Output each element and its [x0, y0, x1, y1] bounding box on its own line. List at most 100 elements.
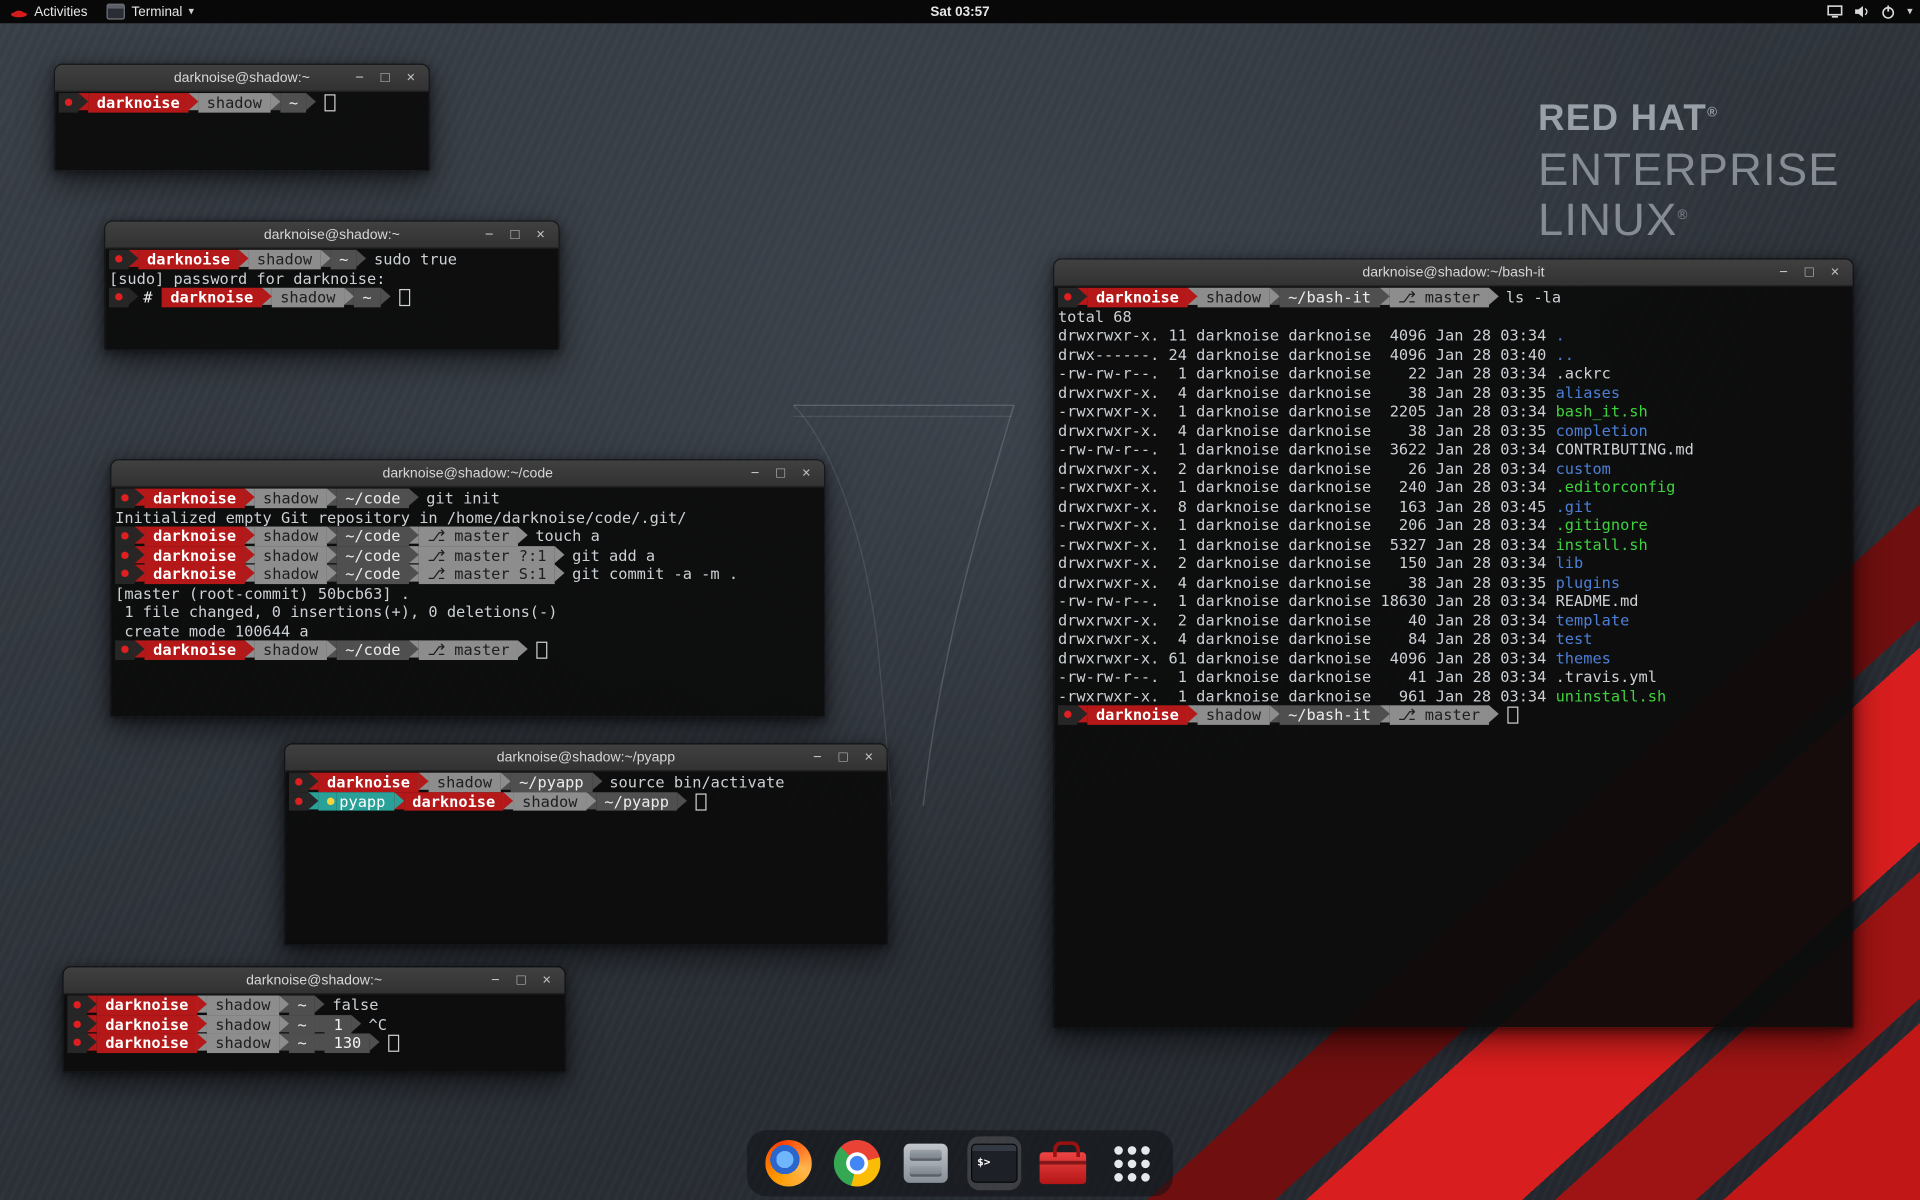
brand-line-linux: LINUX® [1538, 197, 1840, 242]
close-button[interactable]: × [400, 65, 421, 91]
terminal-window-home-1: darknoise@shadow:~ − □ × ●darknoiseshado… [54, 64, 430, 172]
activities-button[interactable]: Activities [10, 0, 88, 23]
segment-hat: ● [115, 546, 135, 565]
close-button[interactable]: × [530, 222, 551, 248]
segment-git: ⎇ master ?:1 [419, 546, 555, 565]
segment-host: shadow [428, 773, 500, 792]
title-bar[interactable]: darknoise@shadow:~/bash-it − □ × [1054, 260, 1852, 287]
minimize-button[interactable]: − [1773, 260, 1794, 286]
terminal-cursor [325, 94, 336, 111]
terminal-line: ●darknoiseshadow~/code⎇ master S:1git co… [115, 564, 820, 583]
terminal-line: drwxrwxr-x. 2 darknoise darknoise 40 Jan… [1058, 610, 1849, 629]
segment-plain: drwxrwxr-x. 8 darknoise darknoise 163 Ja… [1058, 497, 1556, 516]
powerline-separator [327, 489, 337, 506]
dock-item-toolbox[interactable] [1036, 1136, 1090, 1190]
maximize-button[interactable]: □ [504, 222, 525, 248]
segment-path: ~/code [337, 564, 409, 583]
terminal-line: ●●pyappdarknoiseshadow~/pyapp [289, 792, 883, 811]
title-bar[interactable]: darknoise@shadow:~/code − □ × [111, 460, 824, 487]
terminal-line: ●darknoiseshadow~/codegit init [115, 489, 820, 508]
window-title: darknoise@shadow:~ [264, 227, 400, 242]
title-bar[interactable]: darknoise@shadow:~ − □ × [105, 222, 558, 249]
segment-plain: CONTRIBUTING.md [1556, 440, 1694, 459]
clock[interactable]: Sat 03:57 [930, 4, 989, 19]
minimize-button[interactable]: − [479, 222, 500, 248]
powerline-separator [87, 996, 97, 1013]
close-button[interactable]: × [858, 744, 879, 770]
segment-hat: ● [1058, 705, 1078, 724]
terminal-line: ●darknoiseshadow~/code⎇ mastertouch a [115, 527, 820, 546]
segment-path: ~ [280, 93, 306, 112]
segment-plain: 1 file changed, 0 insertions(+), 0 delet… [115, 602, 557, 621]
powerline-separator [78, 93, 88, 110]
terminal-line: -rwxrwxr-x. 1 darknoise darknoise 240 Ja… [1058, 478, 1849, 497]
minimize-button[interactable]: − [485, 967, 506, 993]
close-button[interactable]: × [796, 460, 817, 486]
powerline-separator [307, 93, 317, 110]
minimize-button[interactable]: − [807, 744, 828, 770]
segment-hat: ● [1058, 288, 1078, 307]
terminal-output[interactable]: ●darknoiseshadow~false●darknoiseshadow~1… [64, 994, 565, 1071]
segment-cmd: ls -la [1506, 288, 1561, 307]
terminal-output[interactable]: ●darknoiseshadow~ [55, 92, 428, 170]
minimize-button[interactable]: − [744, 460, 765, 486]
maximize-button[interactable]: □ [833, 744, 854, 770]
terminal-output[interactable]: ●darknoiseshadow~sudo true[sudo] passwor… [105, 249, 558, 349]
close-button[interactable]: × [536, 967, 557, 993]
segment-hat: ● [109, 288, 129, 307]
terminal-line: ●darknoiseshadow~/pyappsource bin/activa… [289, 773, 883, 792]
terminal-line: -rw-rw-r--. 1 darknoise darknoise 41 Jan… [1058, 667, 1849, 686]
powerline-separator [555, 546, 565, 563]
segment-user: darknoise [1087, 705, 1187, 724]
terminal-line: ●darknoiseshadow~ [59, 93, 425, 112]
power-icon [1881, 4, 1896, 19]
segment-exec: uninstall.sh [1556, 686, 1667, 705]
segment-host: shadow [1197, 705, 1269, 724]
minimize-button[interactable]: − [349, 65, 370, 91]
powerline-separator [238, 250, 248, 267]
title-bar[interactable]: darknoise@shadow:~ − □ × [64, 967, 565, 994]
powerline-separator [327, 546, 337, 563]
desktop: RED HAT® ENTERPRISE LINUX® Activities Te… [0, 0, 1920, 1200]
powerline-separator [135, 489, 145, 506]
segment-dir: themes [1556, 648, 1611, 667]
powerline-separator [1187, 288, 1197, 305]
terminal-cursor [537, 642, 548, 659]
maximize-button[interactable]: □ [375, 65, 396, 91]
maximize-button[interactable]: □ [511, 967, 532, 993]
segment-exec: .gitignore [1556, 516, 1648, 535]
dock-item-chrome[interactable] [830, 1136, 884, 1190]
terminal-output[interactable]: ●darknoiseshadow~/pyappsource bin/activa… [285, 771, 886, 944]
maximize-button[interactable]: □ [770, 460, 791, 486]
segment-path: ~ [354, 288, 380, 307]
dock-item-files[interactable] [899, 1136, 953, 1190]
powerline-separator [409, 489, 419, 506]
close-button[interactable]: × [1824, 260, 1845, 286]
terminal-output[interactable]: ●darknoiseshadow~/codegit initInitialize… [111, 487, 824, 716]
app-menu-terminal[interactable]: Terminal ▾ [107, 0, 194, 23]
terminal-line: [master (root-commit) 50bcb63] . [115, 583, 820, 602]
segment-plain: drwxrwxr-x. 2 darknoise darknoise 26 Jan… [1058, 459, 1556, 478]
terminal-line: -rwxrwxr-x. 1 darknoise darknoise 206 Ja… [1058, 516, 1849, 535]
title-bar[interactable]: darknoise@shadow:~/pyapp − □ × [285, 744, 886, 771]
terminal-line: ●darknoiseshadow~/bash-it⎇ master [1058, 705, 1849, 724]
title-bar[interactable]: darknoise@shadow:~ − □ × [55, 65, 428, 92]
segment-plain: drwxrwxr-x. 2 darknoise darknoise 150 Ja… [1058, 553, 1556, 572]
segment-host: shadow [198, 93, 270, 112]
brand-line-redhat: RED HAT® [1538, 100, 1840, 137]
segment-dir: plugins [1556, 572, 1621, 591]
dock-item-terminal[interactable]: $> [967, 1136, 1021, 1190]
segment-user: darknoise [138, 250, 238, 269]
maximize-button[interactable]: □ [1799, 260, 1820, 286]
powerline-separator [321, 250, 331, 267]
dock-item-firefox[interactable] [762, 1136, 816, 1190]
segment-plain: -rwxrwxr-x. 1 darknoise darknoise 2205 J… [1058, 402, 1556, 421]
chevron-down-icon: ▾ [189, 5, 195, 18]
dock-item-show-apps[interactable] [1104, 1136, 1158, 1190]
terminal-output[interactable]: ●darknoiseshadow~/bash-it⎇ masterls -lat… [1054, 287, 1852, 1028]
app-grid-icon [1114, 1146, 1150, 1182]
window-title: darknoise@shadow:~/code [383, 466, 553, 481]
segment-path: ~ [289, 996, 315, 1015]
system-status-area[interactable]: ▾ [1828, 0, 1913, 23]
segment-git: ⎇ master [419, 640, 518, 659]
